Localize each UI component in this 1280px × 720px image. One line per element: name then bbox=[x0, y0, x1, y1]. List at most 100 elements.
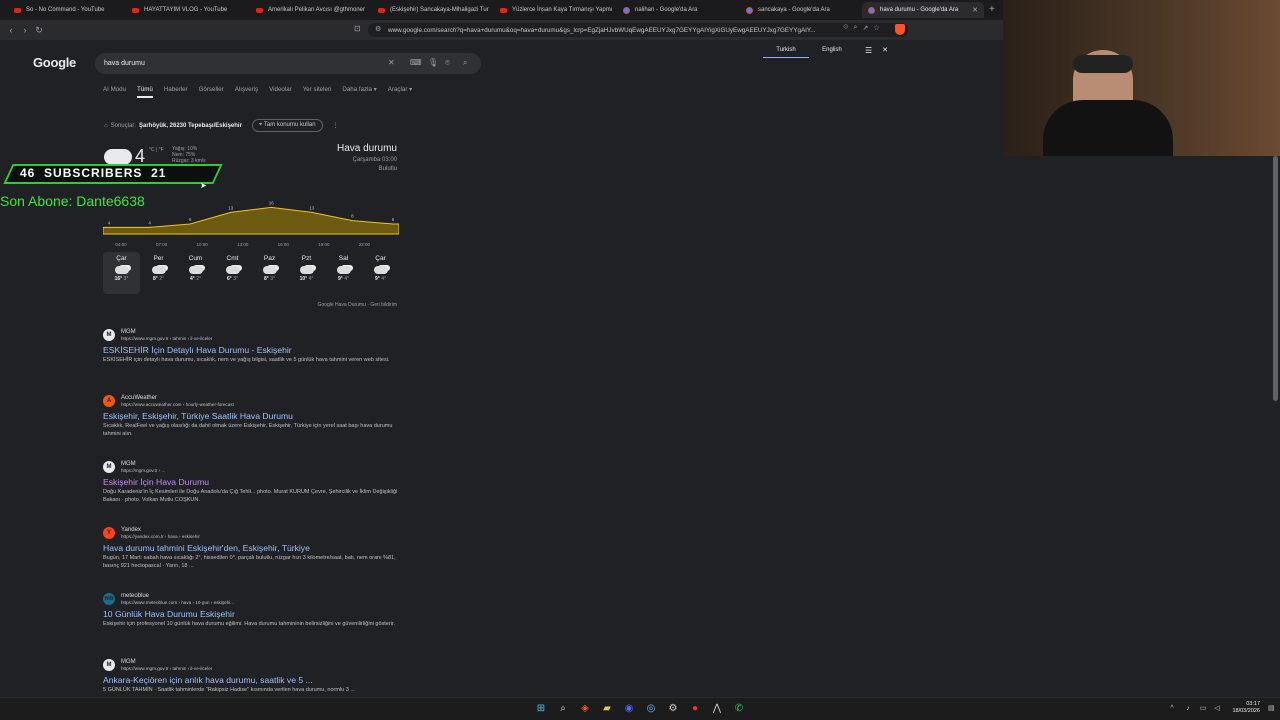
forecast-day[interactable]: Çar 16° 3° bbox=[103, 252, 140, 294]
close-icon[interactable]: ✕ bbox=[882, 46, 888, 54]
tab-youtube-5[interactable]: Yüzlerce İnsan Kaya Tırmanışı Yapmı bbox=[494, 2, 616, 18]
zoom-icon[interactable]: ⌕ bbox=[854, 24, 858, 32]
forecast-day[interactable]: Per 8° 2° bbox=[140, 252, 177, 294]
tab-youtube-2[interactable]: HAYATTAYIM VLOG - YouTube bbox=[126, 2, 248, 18]
bookmark-icon[interactable]: ⊡ bbox=[354, 24, 361, 33]
result-title-link[interactable]: Ankara-Keçiören için anlık hava durumu, … bbox=[103, 675, 403, 685]
site-favicon: M bbox=[103, 659, 115, 671]
tab-google-1[interactable]: nalihan - Google'da Ara bbox=[617, 2, 739, 18]
site-info-icon[interactable]: ⚙ bbox=[375, 25, 381, 33]
forecast-day[interactable]: Pzt 10° 4° bbox=[288, 252, 325, 294]
forecast-day-name: Cmt bbox=[226, 255, 239, 262]
network-icon[interactable]: ▭ bbox=[1196, 702, 1210, 716]
feedback-link[interactable]: Geri bildirim bbox=[370, 302, 397, 308]
forecast-day-name: Cum bbox=[188, 255, 203, 262]
google-logo[interactable]: Google bbox=[33, 55, 76, 70]
forecast-day[interactable]: Sal 9° 4° bbox=[325, 252, 362, 294]
result-title-link[interactable]: Hava durumu tahmini Eskişehir'den, Eskiş… bbox=[103, 543, 403, 553]
taskbar-search-icon[interactable]: ⌕ bbox=[556, 702, 570, 716]
tab-more[interactable]: Daha fazla ▾ bbox=[342, 86, 376, 98]
cloud-icon bbox=[104, 149, 132, 165]
tray-chevron-icon[interactable]: ^ bbox=[1165, 702, 1179, 716]
tab-shopping[interactable]: Alışveriş bbox=[235, 86, 258, 98]
obs-icon[interactable]: ● bbox=[688, 702, 702, 716]
microphone-icon[interactable]: 🎙 bbox=[428, 58, 438, 67]
temp-point-label: 13 bbox=[228, 205, 234, 210]
system-clock[interactable]: 03:17 18/03/2026 bbox=[1225, 701, 1260, 715]
result-header[interactable]: A AccuWeather https://www.accuweather.com … bbox=[103, 395, 403, 407]
tab-all[interactable]: Tümü bbox=[137, 86, 153, 98]
result-site: MGM bbox=[121, 659, 136, 665]
forecast-temps: 9° 4° bbox=[338, 276, 349, 282]
app-icon[interactable]: ⋀ bbox=[710, 702, 724, 716]
back-icon[interactable]: ‹ bbox=[4, 25, 18, 35]
tab-youtube-1[interactable]: So - No Command - YouTube bbox=[8, 2, 126, 18]
result-snippet: ESKİSEHİR için detaylı hava durumu, sıca… bbox=[103, 357, 390, 363]
result-title-link[interactable]: Eskişehir, Eskişehir, Türkiye Saatlik Ha… bbox=[103, 411, 403, 421]
keyboard-icon[interactable]: ⌨ bbox=[410, 58, 422, 67]
temp-unit-toggle[interactable]: °C | °F bbox=[149, 147, 164, 153]
star-icon[interactable]: ☆ bbox=[873, 24, 879, 32]
tab-images[interactable]: Görseller bbox=[199, 86, 224, 98]
weather-source-link[interactable]: Google Hava Durumu bbox=[318, 302, 366, 308]
share-icon[interactable]: ↗ bbox=[862, 24, 868, 32]
reload-icon[interactable]: ↻ bbox=[32, 25, 46, 36]
close-tab-icon[interactable]: ✕ bbox=[966, 6, 978, 14]
tab-news[interactable]: Haberler bbox=[164, 86, 188, 98]
search-input[interactable]: hava durumu ✕ ⌨ 🎙 ⌾ ⌕ bbox=[95, 53, 481, 74]
forecast-day[interactable]: Çar 9° 4° bbox=[362, 252, 399, 294]
tab-google-active[interactable]: hava durumu - Google'da Ara ✕ bbox=[862, 2, 984, 18]
result-header[interactable]: M MGM https://www.mgm.gov.tr › tahmin › il… bbox=[103, 329, 403, 341]
forecast-day[interactable]: Paz 8° 3° bbox=[251, 252, 288, 294]
tab-youtube-4[interactable]: (Eskişehir) Sancakaya-Mihaligazi Tur bbox=[372, 2, 494, 18]
last-subscriber: Son Abone: Dante6638 bbox=[0, 193, 145, 209]
result-header[interactable]: Y Yandex https://yandex.com.tr › hava › es… bbox=[103, 527, 403, 539]
result-header[interactable]: mb meteoblue https://www.meteoblue.com › h… bbox=[103, 593, 403, 605]
file-explorer-icon[interactable]: ▰ bbox=[600, 702, 614, 716]
weather-footer: Google Hava Durumu · Geri bildirim bbox=[317, 302, 397, 308]
tab-tools[interactable]: Araçlar ▾ bbox=[388, 86, 412, 98]
youtube-icon bbox=[500, 7, 507, 13]
tab-google-2[interactable]: sancakaya - Google'da Ara bbox=[740, 2, 862, 18]
discord-icon[interactable]: ◉ bbox=[622, 702, 636, 716]
lang-english[interactable]: English bbox=[809, 43, 855, 57]
start-icon[interactable]: ⊞ bbox=[534, 702, 548, 716]
use-location-button[interactable]: ⌖ Tam konumu kullan bbox=[251, 119, 323, 132]
forecast-temps: 8° 2° bbox=[153, 276, 164, 282]
settings-icon[interactable]: ⚙ bbox=[666, 702, 680, 716]
forecast-day-name: Çar bbox=[116, 255, 127, 262]
result-title-link[interactable]: Eskişehir İçin Hava Durumu bbox=[103, 477, 403, 487]
tab-places[interactable]: Yer siteleri bbox=[303, 86, 332, 98]
youtube-icon bbox=[14, 7, 21, 13]
tab-youtube-3[interactable]: Amerikalı Pelikan Avcısı @gthmoner bbox=[250, 2, 372, 18]
result-snippet: 5 GÜNLÜK TAHMİN · Saatlik tahminlerde "R… bbox=[103, 687, 355, 693]
forward-icon[interactable]: › bbox=[18, 25, 32, 35]
page-scrollbar[interactable] bbox=[1273, 156, 1278, 401]
tab-videos[interactable]: Videolar bbox=[269, 86, 292, 98]
menu-icon[interactable]: ☰ bbox=[865, 46, 872, 55]
forecast-day[interactable]: Cum 4° 2° bbox=[177, 252, 214, 294]
more-options-icon[interactable]: ⋮ bbox=[333, 122, 339, 129]
address-bar[interactable]: ⚙ www.google.com/search?q=hava+durumu&oq… bbox=[368, 23, 908, 37]
result-title-link[interactable]: ESKİSEHİR İçin Detaylı Hava Durumu - Esk… bbox=[103, 345, 403, 355]
translate-icon[interactable]: ⟐ bbox=[843, 24, 849, 32]
brave-shield-icon[interactable] bbox=[895, 24, 905, 35]
brave-icon[interactable]: ◈ bbox=[578, 702, 592, 716]
camera-search-icon[interactable]: ⌾ bbox=[445, 58, 450, 68]
mic-tray-icon[interactable]: ♪ bbox=[1181, 702, 1195, 716]
new-tab-icon[interactable]: + bbox=[989, 4, 995, 15]
notification-icon[interactable]: ▤ bbox=[1268, 704, 1275, 712]
tab-ai-mode[interactable]: AI Modu bbox=[103, 86, 126, 98]
result-header[interactable]: M MGM https://www.mgm.gov.tr › tahmin › il… bbox=[103, 659, 403, 671]
forecast-day[interactable]: Cmt 6° 3° bbox=[214, 252, 251, 294]
site-favicon: M bbox=[103, 461, 115, 473]
result-header[interactable]: M MGM https://mgm.gov.tr › ... bbox=[103, 461, 403, 473]
lang-turkish[interactable]: Turkish bbox=[763, 43, 809, 58]
steam-icon[interactable]: ◎ bbox=[644, 702, 658, 716]
volume-icon[interactable]: ◁ bbox=[1210, 702, 1224, 716]
search-icon[interactable]: ⌕ bbox=[463, 58, 467, 68]
result-title-link[interactable]: 10 Günlük Hava Durumu Eskişehir bbox=[103, 609, 403, 619]
whatsapp-icon[interactable]: ✆ bbox=[732, 702, 746, 716]
clear-icon[interactable]: ✕ bbox=[388, 58, 395, 67]
weather-details: Yağış: 10% Nem: 75% Rüzgar: 3 km/s bbox=[172, 146, 206, 164]
